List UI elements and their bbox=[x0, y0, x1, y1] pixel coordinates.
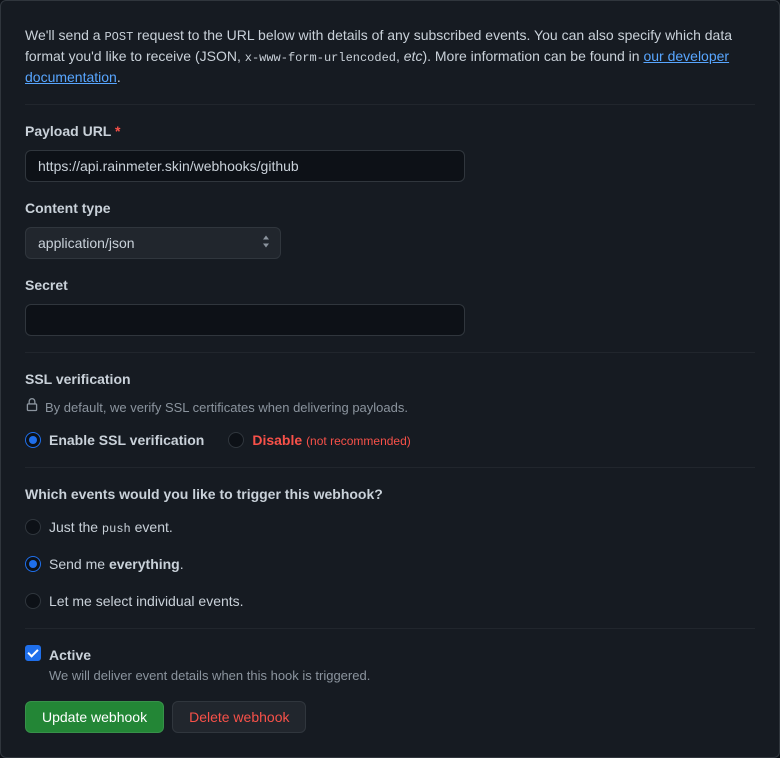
active-label: Active bbox=[49, 645, 370, 666]
active-checkbox-row: Active We will deliver event details whe… bbox=[25, 645, 755, 686]
divider bbox=[25, 628, 755, 629]
ssl-disable-radio[interactable] bbox=[228, 432, 244, 448]
content-type-select-wrap: application/json bbox=[25, 227, 281, 259]
divider bbox=[25, 352, 755, 353]
ssl-heading: SSL verification bbox=[25, 369, 755, 390]
intro-prefix: We'll send a bbox=[25, 27, 104, 43]
active-section: Active We will deliver event details whe… bbox=[25, 645, 755, 686]
ssl-radio-row: Enable SSL verification Disable (not rec… bbox=[25, 430, 755, 451]
intro-mid2: , bbox=[396, 48, 404, 64]
divider bbox=[25, 467, 755, 468]
secret-label: Secret bbox=[25, 275, 755, 296]
active-text: Active We will deliver event details whe… bbox=[49, 645, 370, 686]
events-just-code: push bbox=[102, 522, 131, 536]
ssl-note-text: By default, we verify SSL certificates w… bbox=[45, 398, 408, 418]
events-list: Just the push event. Send me everything.… bbox=[25, 517, 755, 612]
secret-input[interactable] bbox=[25, 304, 465, 336]
events-just-push-option[interactable]: Just the push event. bbox=[25, 517, 755, 538]
payload-url-input[interactable] bbox=[25, 150, 465, 182]
payload-url-label-text: Payload URL bbox=[25, 123, 111, 139]
payload-url-field: Payload URL * bbox=[25, 121, 755, 182]
active-checkbox[interactable] bbox=[25, 645, 41, 661]
events-just-push-label: Just the push event. bbox=[49, 517, 173, 538]
intro-text: We'll send a POST request to the URL bel… bbox=[25, 25, 755, 88]
divider bbox=[25, 104, 755, 105]
events-just-prefix: Just the bbox=[49, 519, 102, 535]
intro-etc: etc bbox=[404, 48, 423, 64]
webhook-settings-panel: We'll send a POST request to the URL bel… bbox=[0, 0, 780, 758]
intro-suffix: . bbox=[117, 69, 121, 85]
events-everything-prefix: Send me bbox=[49, 556, 109, 572]
events-heading: Which events would you like to trigger t… bbox=[25, 484, 755, 505]
delete-webhook-button[interactable]: Delete webhook bbox=[172, 701, 306, 733]
ssl-disable-label-wrap: Disable (not recommended) bbox=[252, 430, 410, 451]
events-everything-label: Send me everything. bbox=[49, 554, 184, 575]
events-everything-radio[interactable] bbox=[25, 556, 41, 572]
ssl-disable-option[interactable]: Disable (not recommended) bbox=[228, 430, 410, 451]
content-type-field: Content type application/json bbox=[25, 198, 755, 259]
ssl-not-recommended: (not recommended) bbox=[306, 434, 411, 448]
events-just-suffix: event. bbox=[131, 519, 173, 535]
active-desc: We will deliver event details when this … bbox=[49, 666, 370, 686]
update-webhook-button[interactable]: Update webhook bbox=[25, 701, 164, 733]
intro-mid3: ). More information can be found in bbox=[422, 48, 643, 64]
events-individual-option[interactable]: Let me select individual events. bbox=[25, 591, 755, 612]
ssl-enable-label: Enable SSL verification bbox=[49, 430, 204, 451]
content-type-select[interactable]: application/json bbox=[25, 227, 281, 259]
payload-url-label: Payload URL * bbox=[25, 121, 755, 142]
ssl-note: By default, we verify SSL certificates w… bbox=[25, 398, 755, 418]
events-everything-strong: everything bbox=[109, 556, 180, 572]
intro-code-post: POST bbox=[104, 30, 133, 44]
button-row: Update webhook Delete webhook bbox=[25, 701, 755, 733]
ssl-disable-label: Disable bbox=[252, 432, 302, 448]
intro-code-urlencoded: x-www-form-urlencoded bbox=[245, 51, 396, 65]
events-everything-option[interactable]: Send me everything. bbox=[25, 554, 755, 575]
ssl-enable-option[interactable]: Enable SSL verification bbox=[25, 430, 204, 451]
events-just-push-radio[interactable] bbox=[25, 519, 41, 535]
secret-field: Secret bbox=[25, 275, 755, 336]
events-everything-suffix: . bbox=[180, 556, 184, 572]
ssl-section: SSL verification By default, we verify S… bbox=[25, 369, 755, 451]
events-individual-radio[interactable] bbox=[25, 593, 41, 609]
lock-icon bbox=[25, 398, 39, 418]
events-individual-label: Let me select individual events. bbox=[49, 591, 244, 612]
events-section: Which events would you like to trigger t… bbox=[25, 484, 755, 612]
content-type-label: Content type bbox=[25, 198, 755, 219]
ssl-enable-radio[interactable] bbox=[25, 432, 41, 448]
required-asterisk: * bbox=[115, 123, 120, 139]
